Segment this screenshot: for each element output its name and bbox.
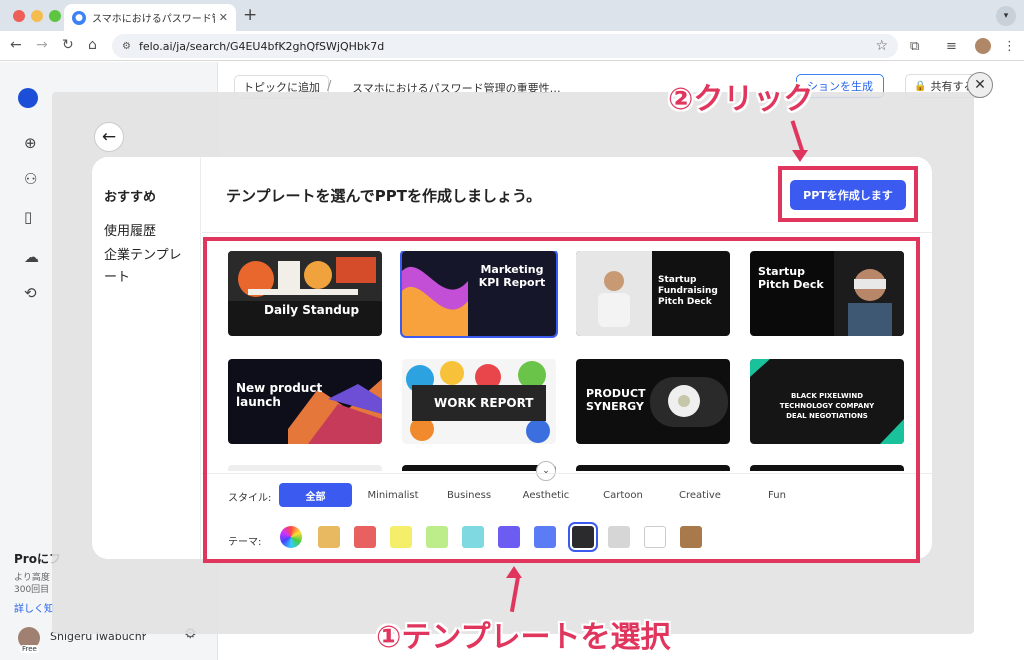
annotation-step2: ②クリック	[668, 82, 814, 117]
felo-favicon-icon: ●	[72, 10, 86, 25]
arrowhead-step1	[506, 566, 522, 578]
reload-icon[interactable]: ↻	[62, 37, 74, 53]
browser-tab[interactable]: ● スマホにおけるパスワード管理の ✕	[64, 4, 236, 31]
bookmark-icon[interactable]: ▯	[24, 208, 32, 226]
address-bar[interactable]: ⚙ felo.ai/ja/search/G4EU4bfK2ghQfSWjQHbk…	[112, 34, 898, 58]
site-settings-icon[interactable]: ⚙	[122, 41, 131, 52]
pro-learn-more-link[interactable]: 詳しく知	[14, 600, 54, 615]
menu-kebab-icon[interactable]: ⋮	[1003, 39, 1016, 54]
window-close-button[interactable]	[13, 10, 25, 22]
back-arrow-icon[interactable]: ←	[10, 37, 22, 53]
back-arrow-icon[interactable]: ←	[94, 122, 124, 152]
bookmark-star-icon[interactable]: ☆	[875, 38, 888, 54]
lock-icon: 🔒	[914, 80, 927, 92]
category-history[interactable]: 使用履歴	[104, 221, 192, 243]
tab-title: スマホにおけるパスワード管理の	[92, 14, 215, 25]
new-tab-icon[interactable]: +	[243, 5, 257, 25]
history-icon[interactable]: ⟲	[24, 284, 37, 302]
category-enterprise-templates[interactable]: 企業テンプレート	[104, 245, 192, 289]
template-category-sidebar: おすすめ 使用履歴 企業テンプレート	[92, 157, 201, 559]
forward-arrow-icon[interactable]: →	[36, 37, 48, 53]
browser-tab-strip: ● スマホにおけるパスワード管理の ✕ + ▾	[0, 0, 1024, 31]
new-chat-icon[interactable]: ⊕	[24, 134, 37, 152]
extensions-icon[interactable]: ⧉	[910, 39, 919, 54]
window-minimize-button[interactable]	[31, 10, 43, 22]
grid-icon[interactable]: ⚇	[24, 170, 37, 188]
upload-cloud-icon[interactable]: ☁	[24, 248, 39, 266]
tab-close-icon[interactable]: ✕	[219, 11, 228, 24]
highlight-template-area	[203, 237, 920, 563]
free-plan-badge: Free	[20, 645, 39, 653]
arrowhead-step2	[792, 150, 808, 162]
url-text: felo.ai/ja/search/G4EU4bfK2ghQfSWjQHbk7d	[138, 39, 385, 53]
highlight-create-button	[778, 166, 918, 222]
pro-desc-line2: 300回目	[14, 585, 50, 595]
annotation-step1: ①テンプレートを選択	[376, 620, 671, 655]
profile-avatar[interactable]	[975, 38, 991, 54]
modal-title: テンプレートを選んでPPTを作成しましょう。	[226, 187, 542, 205]
home-icon[interactable]: ⌂	[88, 37, 97, 53]
close-icon[interactable]: ✕	[967, 72, 993, 98]
media-icon[interactable]: ≡	[946, 39, 957, 54]
window-zoom-button[interactable]	[49, 10, 61, 22]
browser-toolbar: ← → ↻ ⌂ ⚙ felo.ai/ja/search/G4EU4bfK2ghQ…	[0, 31, 1024, 61]
chevron-down-icon[interactable]: ▾	[996, 6, 1016, 26]
category-recommended[interactable]: おすすめ	[104, 187, 192, 209]
felo-logo-icon	[18, 88, 38, 108]
